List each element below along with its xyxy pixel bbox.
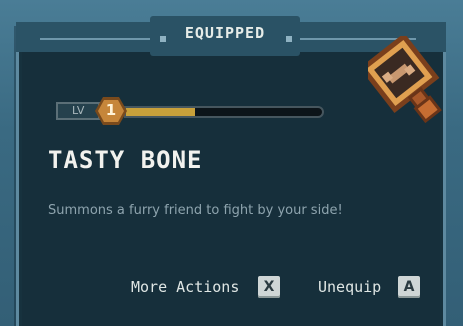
- more-actions-label[interactable]: More Actions: [131, 278, 239, 296]
- item-name: TASTY BONE: [48, 146, 203, 174]
- xp-bar: [124, 106, 324, 118]
- panel-title: EQUIPPED: [184, 24, 266, 42]
- tasty-bone-artifact-icon: [368, 36, 442, 124]
- header-divider-left: [40, 38, 155, 40]
- unequip-label[interactable]: Unequip: [318, 278, 381, 296]
- level-number: 1: [105, 101, 117, 119]
- item-description: Summons a furry friend to fight by your …: [48, 203, 343, 218]
- more-actions-key-x[interactable]: X: [258, 276, 280, 298]
- equipped-screen: EQUIPPED LV 1 TASTY BONE Summons a furry…: [0, 0, 463, 326]
- unequip-key-a[interactable]: A: [398, 276, 420, 298]
- xp-bar-fill: [126, 108, 195, 116]
